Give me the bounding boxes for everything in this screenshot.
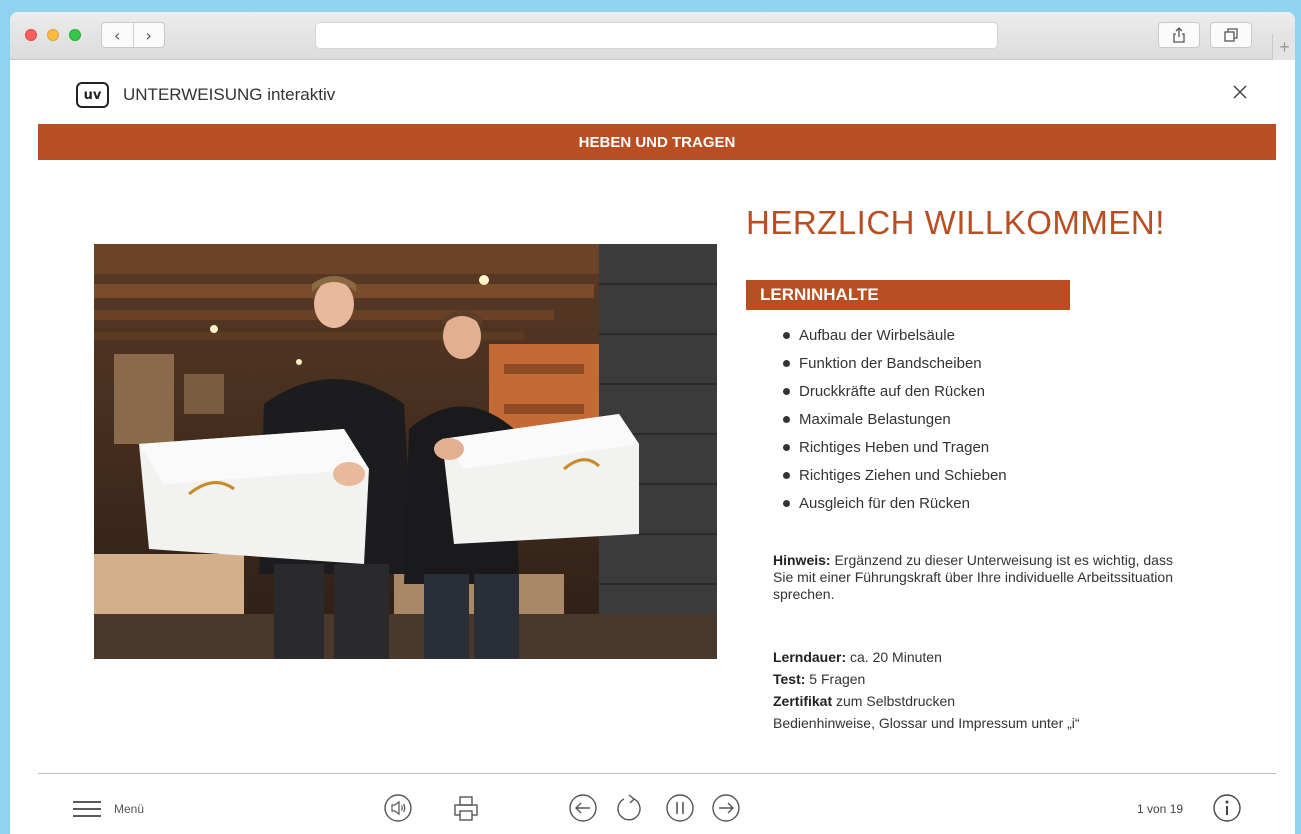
certificate-line: Zertifikat zum Selbstdrucken	[773, 690, 1080, 712]
info-line: Bedienhinweise, Glossar und Impressum un…	[773, 715, 1080, 731]
list-item: Funktion der Bandscheiben	[783, 354, 1007, 382]
menu-button[interactable]: Menü	[72, 800, 144, 818]
zoom-window-button[interactable]	[69, 29, 81, 41]
list-item: Maximale Belastungen	[783, 410, 1007, 438]
address-bar[interactable]	[315, 22, 998, 49]
app-title: UNTERWEISUNG interaktiv	[123, 85, 336, 104]
list-item: Aufbau der Wirbelsäule	[783, 326, 1007, 354]
arrow-right-icon	[712, 794, 740, 822]
previous-button[interactable]	[568, 793, 598, 823]
reload-button[interactable]	[614, 793, 644, 823]
duration-value: ca. 20 Minuten	[846, 649, 942, 665]
forward-button[interactable]: ›	[132, 23, 165, 47]
list-item: Richtiges Heben und Tragen	[783, 438, 1007, 466]
certificate-label: Zertifikat	[773, 693, 833, 709]
next-button[interactable]	[711, 793, 741, 823]
menu-label: Menü	[114, 802, 145, 816]
show-tabs-button[interactable]	[1210, 22, 1252, 48]
list-item: Druckkräfte auf den Rücken	[783, 382, 1007, 410]
hint-text: Ergänzend zu dieser Unterweisung ist es …	[773, 552, 1173, 602]
info-icon	[1213, 794, 1241, 822]
close-icon	[1233, 85, 1247, 99]
close-button[interactable]	[1228, 80, 1252, 104]
list-item: Ausgleich für den Rücken	[783, 494, 1007, 522]
test-label: Test:	[773, 671, 806, 687]
browser-window: ‹ › + uv UNTERWEISUNG interaktiv HEBEN U…	[10, 12, 1295, 834]
hint-paragraph: Hinweis: Ergänzend zu dieser Unterweisun…	[773, 552, 1183, 603]
hamburger-icon	[73, 801, 101, 817]
course-facts: Lerndauer: ca. 20 Minuten Test: 5 Fragen…	[773, 646, 1080, 734]
print-button[interactable]	[451, 793, 481, 823]
tabs-icon	[1224, 28, 1238, 42]
speaker-icon	[384, 794, 412, 822]
learning-content-list: Aufbau der Wirbelsäule Funktion der Band…	[783, 326, 1007, 522]
test-value: 5 Fragen	[805, 671, 866, 687]
duration-line: Lerndauer: ca. 20 Minuten	[773, 646, 1080, 668]
history-nav: ‹ ›	[101, 22, 165, 48]
close-window-button[interactable]	[25, 29, 37, 41]
reload-icon	[617, 794, 641, 821]
hint-label: Hinweis:	[773, 552, 831, 568]
back-button[interactable]: ‹	[102, 23, 133, 47]
arrow-left-icon	[569, 794, 597, 822]
welcome-heading: HERZLICH WILLKOMMEN!	[746, 204, 1165, 241]
test-line: Test: 5 Fragen	[773, 668, 1080, 690]
new-tab-button[interactable]: +	[1272, 34, 1295, 60]
uv-logo: uv	[76, 82, 109, 108]
course-title-banner: HEBEN UND TRAGEN	[38, 124, 1276, 160]
list-item: Richtiges Ziehen und Schieben	[783, 466, 1007, 494]
browser-toolbar: ‹ › +	[10, 12, 1295, 60]
pause-icon	[666, 794, 694, 822]
certificate-value: zum Selbstdrucken	[832, 693, 956, 709]
workers-carrying-boxes-photo	[94, 244, 717, 659]
app-header: uv UNTERWEISUNG interaktiv	[10, 60, 1295, 124]
info-button[interactable]	[1212, 793, 1242, 823]
footer-divider	[38, 773, 1276, 774]
learning-content-heading: LERNINHALTE	[746, 280, 1070, 310]
duration-label: Lerndauer:	[773, 649, 847, 665]
pause-button[interactable]	[665, 793, 695, 823]
sound-button[interactable]	[383, 793, 413, 823]
printer-icon	[454, 796, 478, 821]
page-indicator: 1 von 19	[1137, 802, 1184, 816]
minimize-window-button[interactable]	[47, 29, 59, 41]
share-button[interactable]	[1158, 22, 1200, 48]
share-icon	[1173, 27, 1185, 43]
